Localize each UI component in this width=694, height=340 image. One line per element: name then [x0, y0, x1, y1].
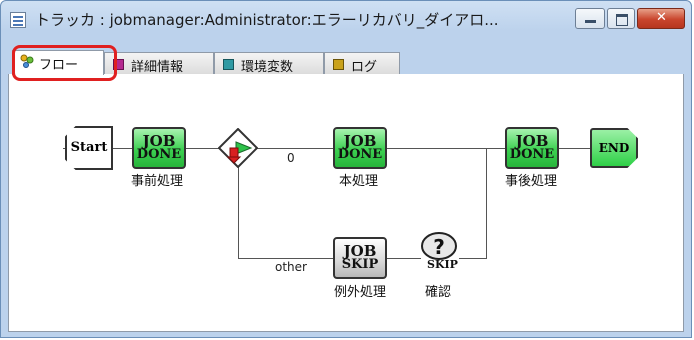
tab-flow-label: フロー	[39, 58, 79, 73]
tab-env[interactable]: 環境変数	[214, 52, 324, 75]
job-line1: JOB	[515, 132, 549, 150]
job-line1: JOB	[343, 242, 377, 260]
flow-icon	[20, 54, 34, 68]
job-status: DONE	[337, 147, 383, 162]
tab-log[interactable]: ログ	[324, 52, 400, 75]
tab-detail[interactable]: 詳細情報	[104, 52, 214, 75]
tab-log-label: ログ	[351, 60, 378, 75]
job-status: DONE	[509, 147, 555, 162]
log-icon	[333, 59, 344, 70]
job-status: DONE	[136, 147, 182, 162]
connector-post-end	[559, 148, 591, 149]
end-node[interactable]: END	[590, 128, 638, 168]
app-icon	[10, 12, 26, 28]
job-caption-post: 事後処理	[505, 174, 558, 189]
confirm-node[interactable]: ? SKIP	[419, 232, 461, 278]
connector-branch-down	[238, 166, 239, 258]
connector-other	[238, 258, 334, 259]
detail-icon	[113, 59, 124, 70]
job-caption-main: 本処理	[339, 174, 379, 189]
job-caption-pre: 事前処理	[131, 174, 184, 189]
window-title: トラッカ : jobmanager:Administrator:エラーリカバリ_…	[35, 11, 499, 29]
confirm-badge: SKIP	[427, 258, 458, 271]
maximize-button[interactable]	[607, 8, 635, 29]
job-node-pre[interactable]: JOB DONE	[132, 127, 186, 169]
confirm-caption: 確認	[425, 285, 452, 300]
close-button[interactable]	[637, 8, 685, 29]
branch-label-other: other	[275, 260, 307, 274]
job-node-post[interactable]: JOB DONE	[505, 127, 559, 169]
connector-pre-branch	[185, 148, 219, 149]
title-bar[interactable]: トラッカ : jobmanager:Administrator:エラーリカバリ_…	[1, 1, 691, 37]
job-status: SKIP	[341, 257, 379, 272]
env-icon	[223, 59, 234, 70]
tab-detail-label: 詳細情報	[131, 60, 184, 75]
tab-bar: フロー 詳細情報 環境変数 ログ	[8, 50, 684, 75]
flow-canvas: Start JOB DONE 事前処理 0 other JOB DONE 本処理…	[8, 74, 684, 332]
connector-join-up	[486, 148, 487, 259]
connector-confirm-join	[459, 258, 487, 259]
tab-env-label: 環境変数	[241, 60, 294, 75]
branch-label-main: 0	[287, 151, 295, 165]
job-line1: JOB	[343, 132, 377, 150]
connector-main-post	[387, 148, 505, 149]
branch-diamond-icon	[217, 127, 259, 169]
confirm-symbol: ?	[433, 235, 445, 259]
job-node-exception[interactable]: JOB SKIP	[333, 237, 387, 279]
start-node[interactable]: Start	[65, 126, 113, 170]
connector-skip-confirm	[387, 258, 421, 259]
job-caption-exception: 例外処理	[334, 285, 387, 300]
branch-node[interactable]	[217, 127, 259, 169]
minimize-button[interactable]	[575, 8, 605, 29]
connector-branch-main	[257, 148, 333, 149]
tab-flow[interactable]: フロー	[12, 50, 104, 75]
job-node-main[interactable]: JOB DONE	[333, 127, 387, 169]
job-line1: JOB	[142, 132, 176, 150]
